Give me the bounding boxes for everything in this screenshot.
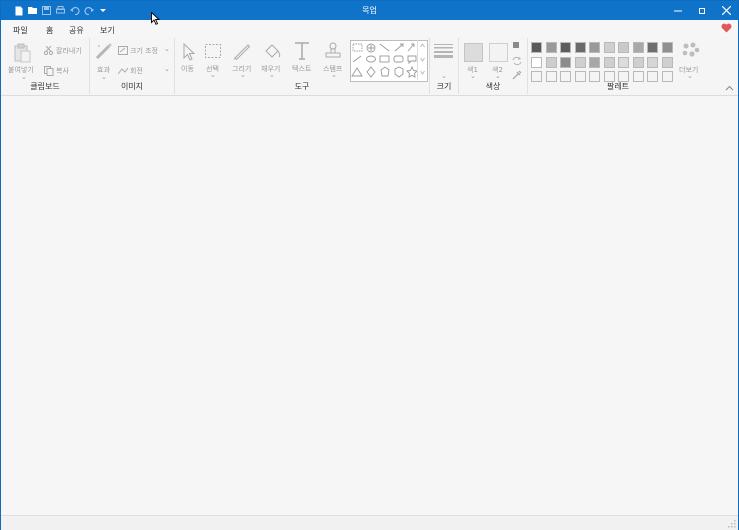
stamp-icon[interactable]: [325, 42, 341, 62]
colors-group-label: 색상: [485, 82, 501, 91]
stamp-dropdown-icon[interactable]: ⌄: [331, 71, 337, 79]
more-colors-icon[interactable]: [682, 42, 700, 60]
fill-dropdown-icon[interactable]: ⌄: [269, 71, 275, 79]
copy-button[interactable]: 복사: [56, 66, 69, 76]
size-group: ⌄ 크기: [430, 38, 459, 94]
title-bar: 목업: [1, 1, 738, 20]
rotate-icon: [117, 66, 129, 77]
size-icon[interactable]: [434, 44, 453, 60]
size-dropdown-icon[interactable]: ⌄: [441, 72, 447, 80]
palette-swatch[interactable]: [603, 56, 615, 68]
palette-swatch[interactable]: [545, 56, 557, 68]
close-button[interactable]: [714, 1, 738, 20]
image-group: 효과 ⌄ 크기 조정 ⌄ 회전 ⌄ 이미지: [90, 38, 175, 94]
tab-file[interactable]: 파일: [13, 25, 28, 36]
rotate-dropdown-icon[interactable]: ⌄: [164, 65, 170, 73]
resize-dropdown-icon[interactable]: ⌄: [164, 45, 170, 53]
cut-icon: [43, 45, 54, 57]
more-colors-dropdown-icon[interactable]: ⌄: [687, 72, 693, 80]
resize-button[interactable]: 크기 조정: [130, 46, 158, 56]
palette-group-label: 팔레트: [606, 82, 630, 91]
palette-swatch[interactable]: [560, 42, 571, 53]
palette-swatch[interactable]: [632, 42, 644, 53]
minimize-button[interactable]: [666, 1, 690, 20]
maximize-button[interactable]: [690, 1, 714, 20]
clipboard-group-label: 클립보드: [30, 82, 60, 91]
copy-icon: [44, 66, 54, 78]
draw-icon[interactable]: [233, 42, 251, 62]
palette-group: 더보기 ⌄ 팔레트: [528, 38, 708, 94]
select-icon[interactable]: [205, 44, 221, 60]
move-button[interactable]: 이동: [181, 64, 194, 74]
app-window: 목업 파일 홈 공유 보기 붙여넣기 ⌄ 잘라내기 복사 클립보드 효과 ⌄ 크…: [0, 0, 739, 530]
palette-swatch[interactable]: [618, 56, 629, 68]
resize-icon: [118, 46, 128, 57]
text-icon[interactable]: [294, 42, 310, 62]
image-group-label: 이미지: [120, 82, 144, 91]
resize-grip-icon[interactable]: [728, 520, 736, 528]
text-button[interactable]: 텍스트: [292, 64, 311, 74]
color2-dropdown-icon[interactable]: ⌄: [495, 72, 501, 80]
canvas-area[interactable]: [1, 96, 738, 515]
palette-swatch[interactable]: [603, 42, 615, 53]
effect-icon[interactable]: [95, 42, 113, 62]
effect-dropdown-icon[interactable]: ⌄: [101, 73, 107, 81]
palette-swatch[interactable]: [531, 42, 542, 53]
palette-swatch[interactable]: [618, 42, 629, 53]
palette-swatch[interactable]: [574, 56, 586, 68]
shapes-scrollbar[interactable]: [417, 40, 427, 80]
tab-home[interactable]: 홈: [46, 25, 54, 40]
mouse-cursor-icon: [151, 11, 161, 25]
window-controls: [666, 1, 738, 20]
palette-swatch[interactable]: [589, 56, 600, 68]
palette-swatch[interactable]: [545, 42, 557, 53]
palette-swatch[interactable]: [589, 42, 600, 53]
size-group-label: 크기: [436, 82, 452, 91]
tab-view[interactable]: 보기: [100, 25, 115, 36]
palette-swatch[interactable]: [661, 56, 673, 68]
paste-dropdown-icon[interactable]: ⌄: [21, 73, 27, 81]
palette-swatch[interactable]: [531, 56, 542, 68]
color1-dropdown-icon[interactable]: ⌄: [470, 72, 476, 80]
shapes-grid-icon[interactable]: [351, 41, 418, 81]
palette-swatch[interactable]: [647, 42, 658, 53]
palette-swatch[interactable]: [632, 56, 644, 68]
color2-swatch[interactable]: [489, 43, 508, 62]
colors-group: 색1 ⌄ 색2 ⌄ 색상: [459, 38, 528, 94]
rotate-button[interactable]: 회전: [130, 66, 143, 76]
cut-button[interactable]: 잘라내기: [56, 46, 82, 56]
collapse-ribbon-icon[interactable]: [725, 84, 734, 92]
palette-swatch[interactable]: [647, 56, 658, 68]
draw-dropdown-icon[interactable]: ⌄: [240, 71, 246, 79]
clipboard-group: 붙여넣기 ⌄ 잘라내기 복사 클립보드: [1, 38, 90, 94]
move-icon[interactable]: [182, 42, 196, 63]
ribbon: 붙여넣기 ⌄ 잘라내기 복사 클립보드 효과 ⌄ 크기 조정 ⌄ 회전 ⌄ 이미…: [1, 38, 738, 96]
swap-colors-icon[interactable]: [512, 56, 522, 68]
default-colors-icon[interactable]: [513, 42, 521, 52]
menu-tabs: 파일 홈 공유 보기: [1, 20, 738, 40]
palette-swatch[interactable]: [574, 42, 586, 53]
color1-swatch[interactable]: [464, 43, 483, 62]
window-title: 목업: [362, 6, 377, 15]
heart-icon[interactable]: [721, 23, 732, 34]
fill-icon[interactable]: [263, 42, 281, 62]
palette-swatch[interactable]: [560, 56, 571, 68]
paste-icon[interactable]: [14, 43, 32, 65]
palette-swatch[interactable]: [661, 42, 673, 53]
status-bar: [1, 515, 738, 530]
tab-share[interactable]: 공유: [69, 25, 84, 36]
select-dropdown-icon[interactable]: ⌄: [210, 71, 216, 79]
